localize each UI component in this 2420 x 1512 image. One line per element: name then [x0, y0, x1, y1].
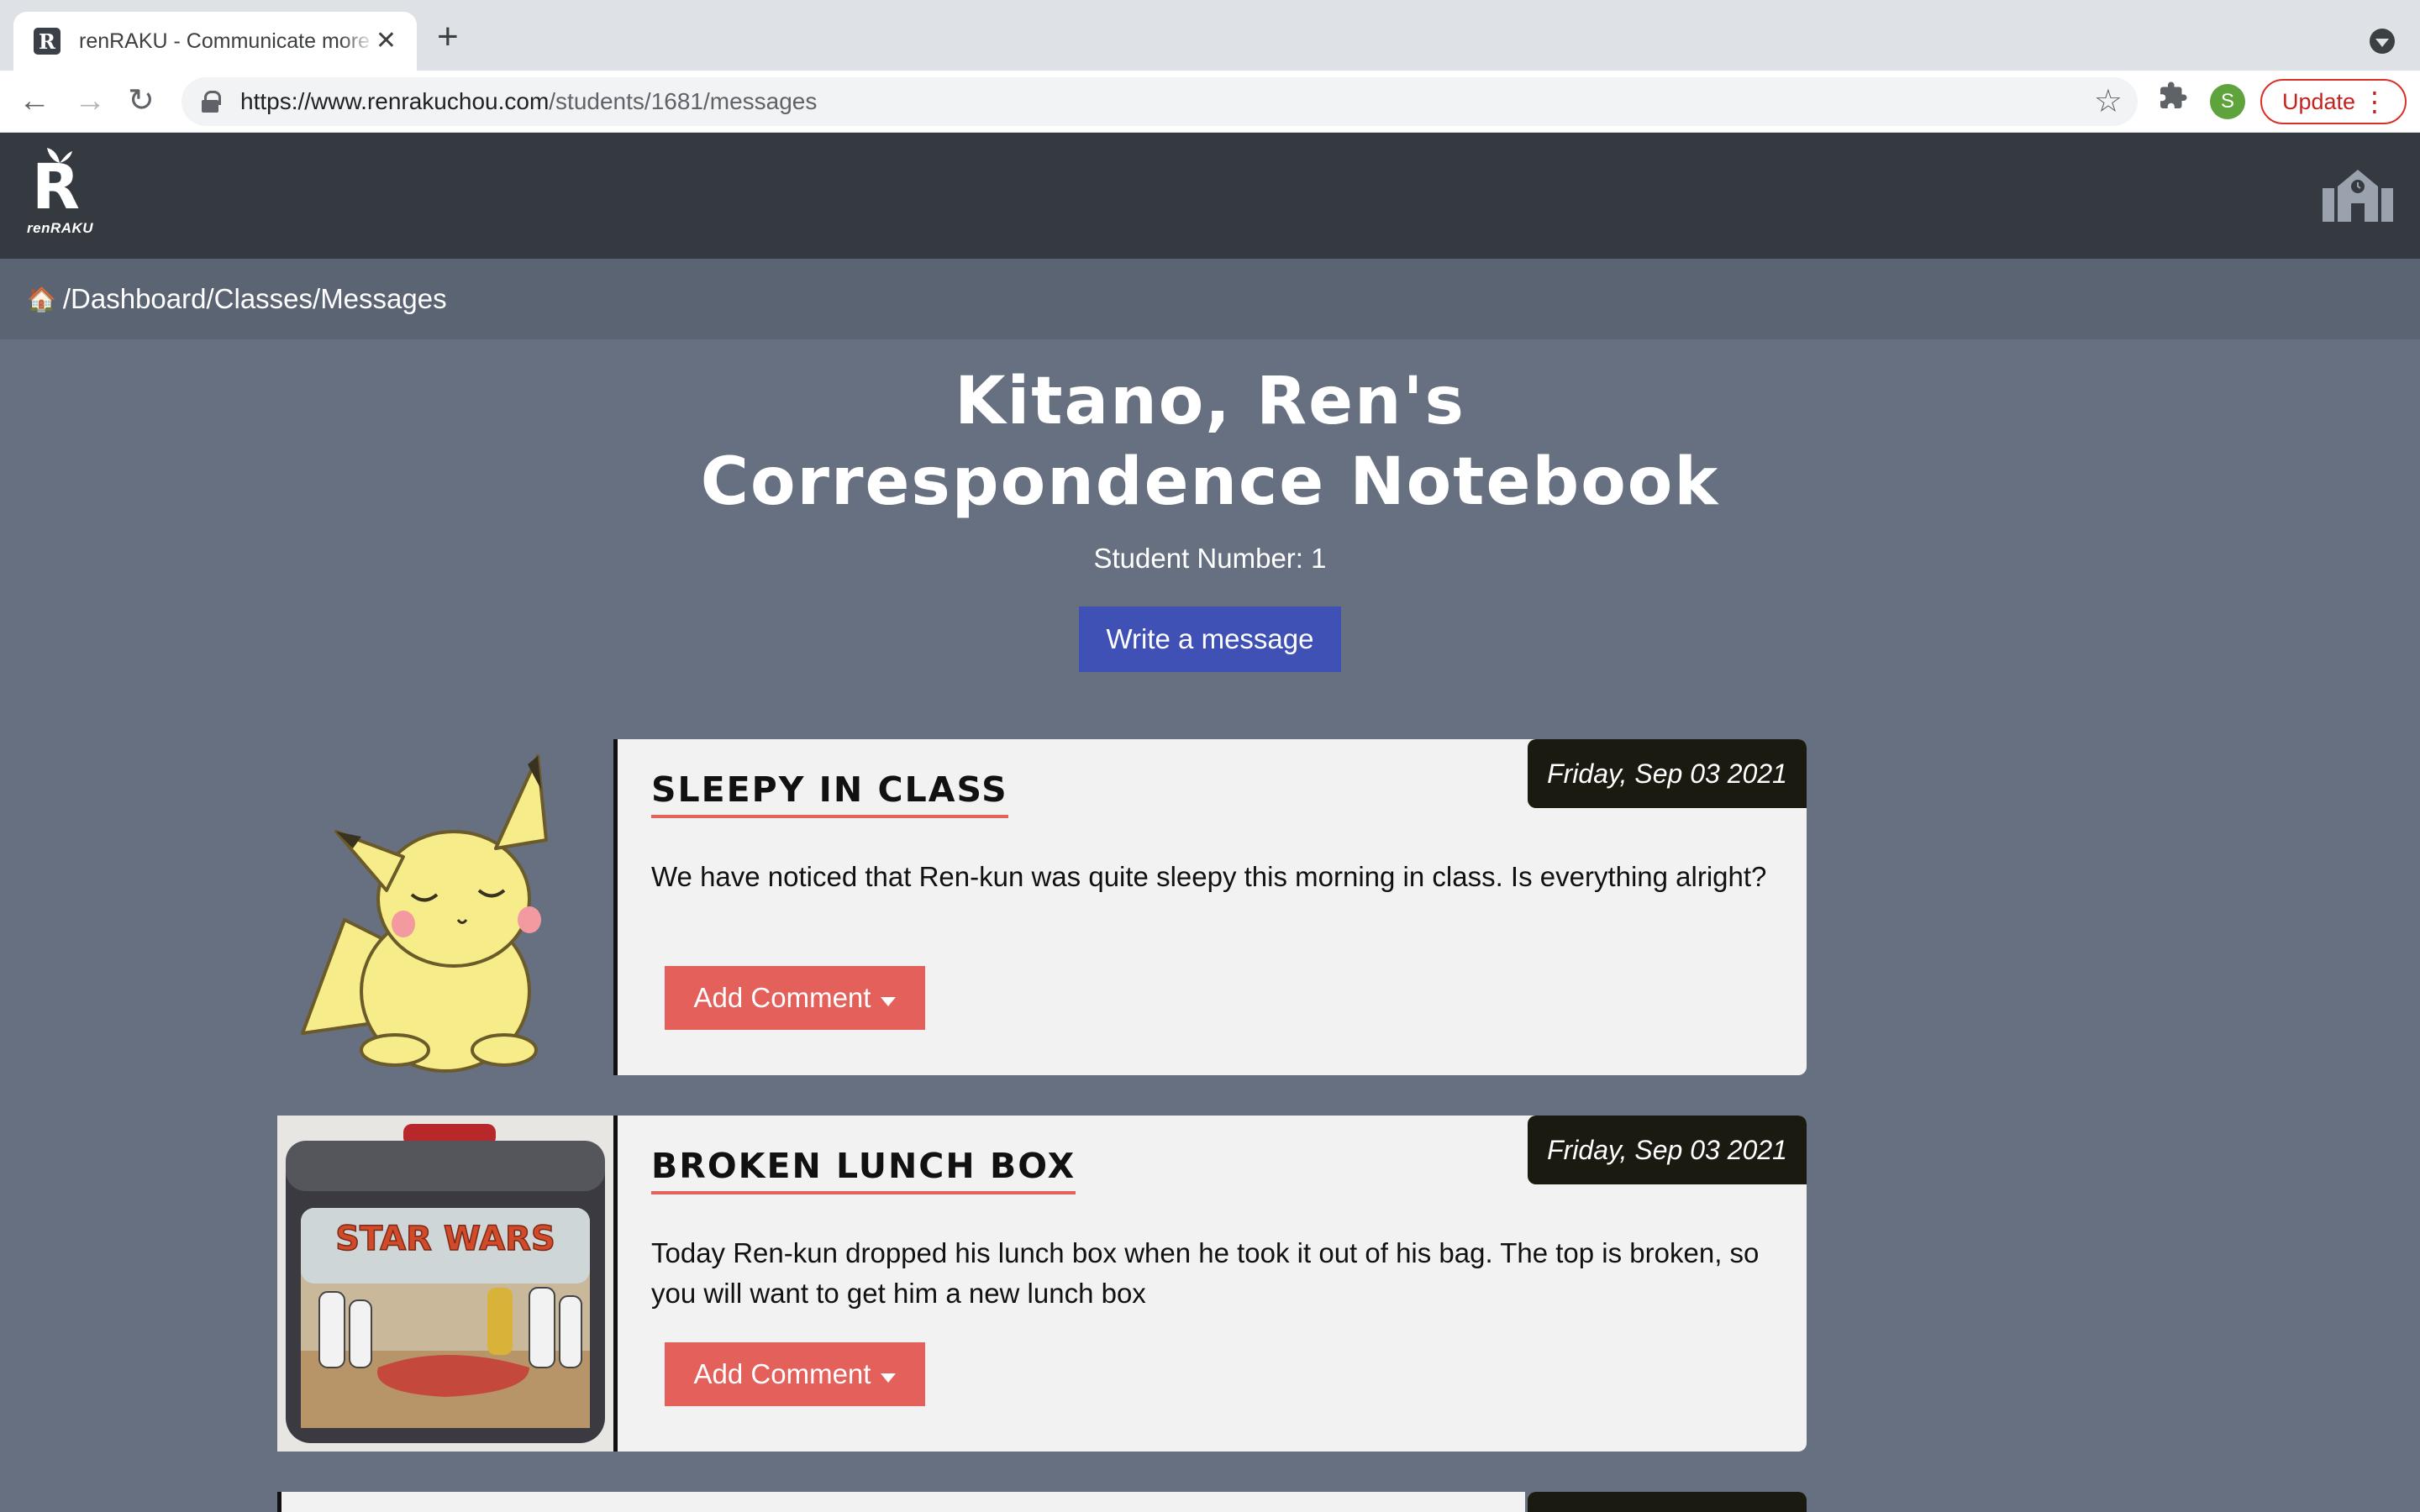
- caret-down-icon: [881, 1373, 897, 1383]
- tab-search-chevron-icon[interactable]: [2370, 29, 2395, 54]
- page-title-line2: Correspondence Notebook: [700, 444, 1720, 520]
- write-message-button[interactable]: Write a message: [1079, 606, 1341, 672]
- page-title: Kitano, Ren's Correspondence Notebook: [0, 361, 2420, 522]
- sleepy-pikachu-image: [301, 754, 548, 1073]
- home-icon[interactable]: 🏠: [27, 286, 56, 313]
- url-text: https://www.renrakuchou.com/students/168…: [240, 88, 817, 115]
- url-path: /students/1681/messages: [549, 88, 818, 114]
- card-body-edge: [281, 1492, 1525, 1512]
- breadcrumb[interactable]: /Dashboard/Classes/Messages: [63, 283, 447, 315]
- app-header: R renRAKU: [0, 133, 2420, 259]
- message-card: STAR WARS Friday, Sep 03 2021 BROKEN LUN…: [277, 1116, 1807, 1452]
- renraku-favicon-icon: R: [34, 28, 60, 55]
- message-date: Friday, Sep 03 2021: [1528, 1116, 1807, 1184]
- add-comment-label: Add Comment: [693, 982, 871, 1013]
- logo-letter: R: [32, 151, 80, 223]
- url-host: https://www.renrakuchou.com: [240, 88, 550, 114]
- lock-icon[interactable]: [202, 91, 221, 113]
- bookmark-star-icon[interactable]: ☆: [2094, 82, 2123, 120]
- add-comment-label: Add Comment: [693, 1358, 871, 1389]
- message-card-body: Friday, Sep 03 2021 SLEEPY IN CLASS We h…: [613, 739, 1807, 1075]
- message-title: BROKEN LUNCH BOX: [651, 1146, 1076, 1194]
- extensions-puzzle-icon[interactable]: [2158, 81, 2188, 118]
- logo-text: renRAKU: [27, 220, 94, 236]
- address-bar[interactable]: https://www.renrakuchou.com/students/168…: [182, 77, 2138, 126]
- update-label: Update: [2282, 88, 2356, 114]
- close-icon[interactable]: ✕: [376, 29, 397, 54]
- forward-arrow-icon[interactable]: →: [74, 82, 106, 119]
- browser-toolbar: ← → ↻ https://www.renrakuchou.com/studen…: [0, 71, 2420, 133]
- message-card-partial: [277, 1492, 1807, 1512]
- new-tab-plus-icon[interactable]: +: [437, 18, 459, 55]
- card-date-edge: [1528, 1492, 1807, 1512]
- message-date: Friday, Sep 03 2021: [1528, 739, 1807, 808]
- browser-tab[interactable]: R renRAKU - Communicate more ✕: [13, 12, 417, 71]
- tab-title: renRAKU - Communicate more: [79, 29, 370, 53]
- breadcrumb-bar: 🏠 /Dashboard/Classes/Messages: [0, 259, 2420, 339]
- school-building-icon[interactable]: [2323, 166, 2393, 222]
- message-text: We have noticed that Ren-kun was quite s…: [651, 861, 1767, 892]
- page-title-line1: Kitano, Ren's: [955, 364, 1465, 439]
- add-comment-button[interactable]: Add Comment: [665, 1342, 925, 1406]
- lunch-box-logo-text: STAR WARS: [335, 1220, 555, 1258]
- add-comment-button[interactable]: Add Comment: [665, 966, 925, 1030]
- message-card: Friday, Sep 03 2021 SLEEPY IN CLASS We h…: [277, 739, 1807, 1075]
- star-wars-lunch-box-image: STAR WARS: [277, 1116, 613, 1452]
- menu-dots-icon: ⋮: [2361, 87, 2388, 117]
- browser-tabstrip: R renRAKU - Communicate more ✕ +: [0, 0, 2420, 71]
- profile-avatar[interactable]: S: [2210, 84, 2245, 119]
- reload-icon[interactable]: ↻: [128, 82, 155, 119]
- renraku-logo[interactable]: R renRAKU: [24, 148, 99, 242]
- back-arrow-icon[interactable]: ←: [18, 82, 50, 119]
- caret-down-icon: [881, 996, 897, 1006]
- message-card-body: Friday, Sep 03 2021 BROKEN LUNCH BOX Tod…: [613, 1116, 1807, 1452]
- student-number: Student Number: 1: [1093, 543, 1327, 574]
- message-text: Today Ren-kun dropped his lunch box when…: [651, 1237, 1760, 1309]
- message-title: SLEEPY IN CLASS: [651, 769, 1008, 818]
- update-button[interactable]: Update ⋮: [2260, 79, 2407, 124]
